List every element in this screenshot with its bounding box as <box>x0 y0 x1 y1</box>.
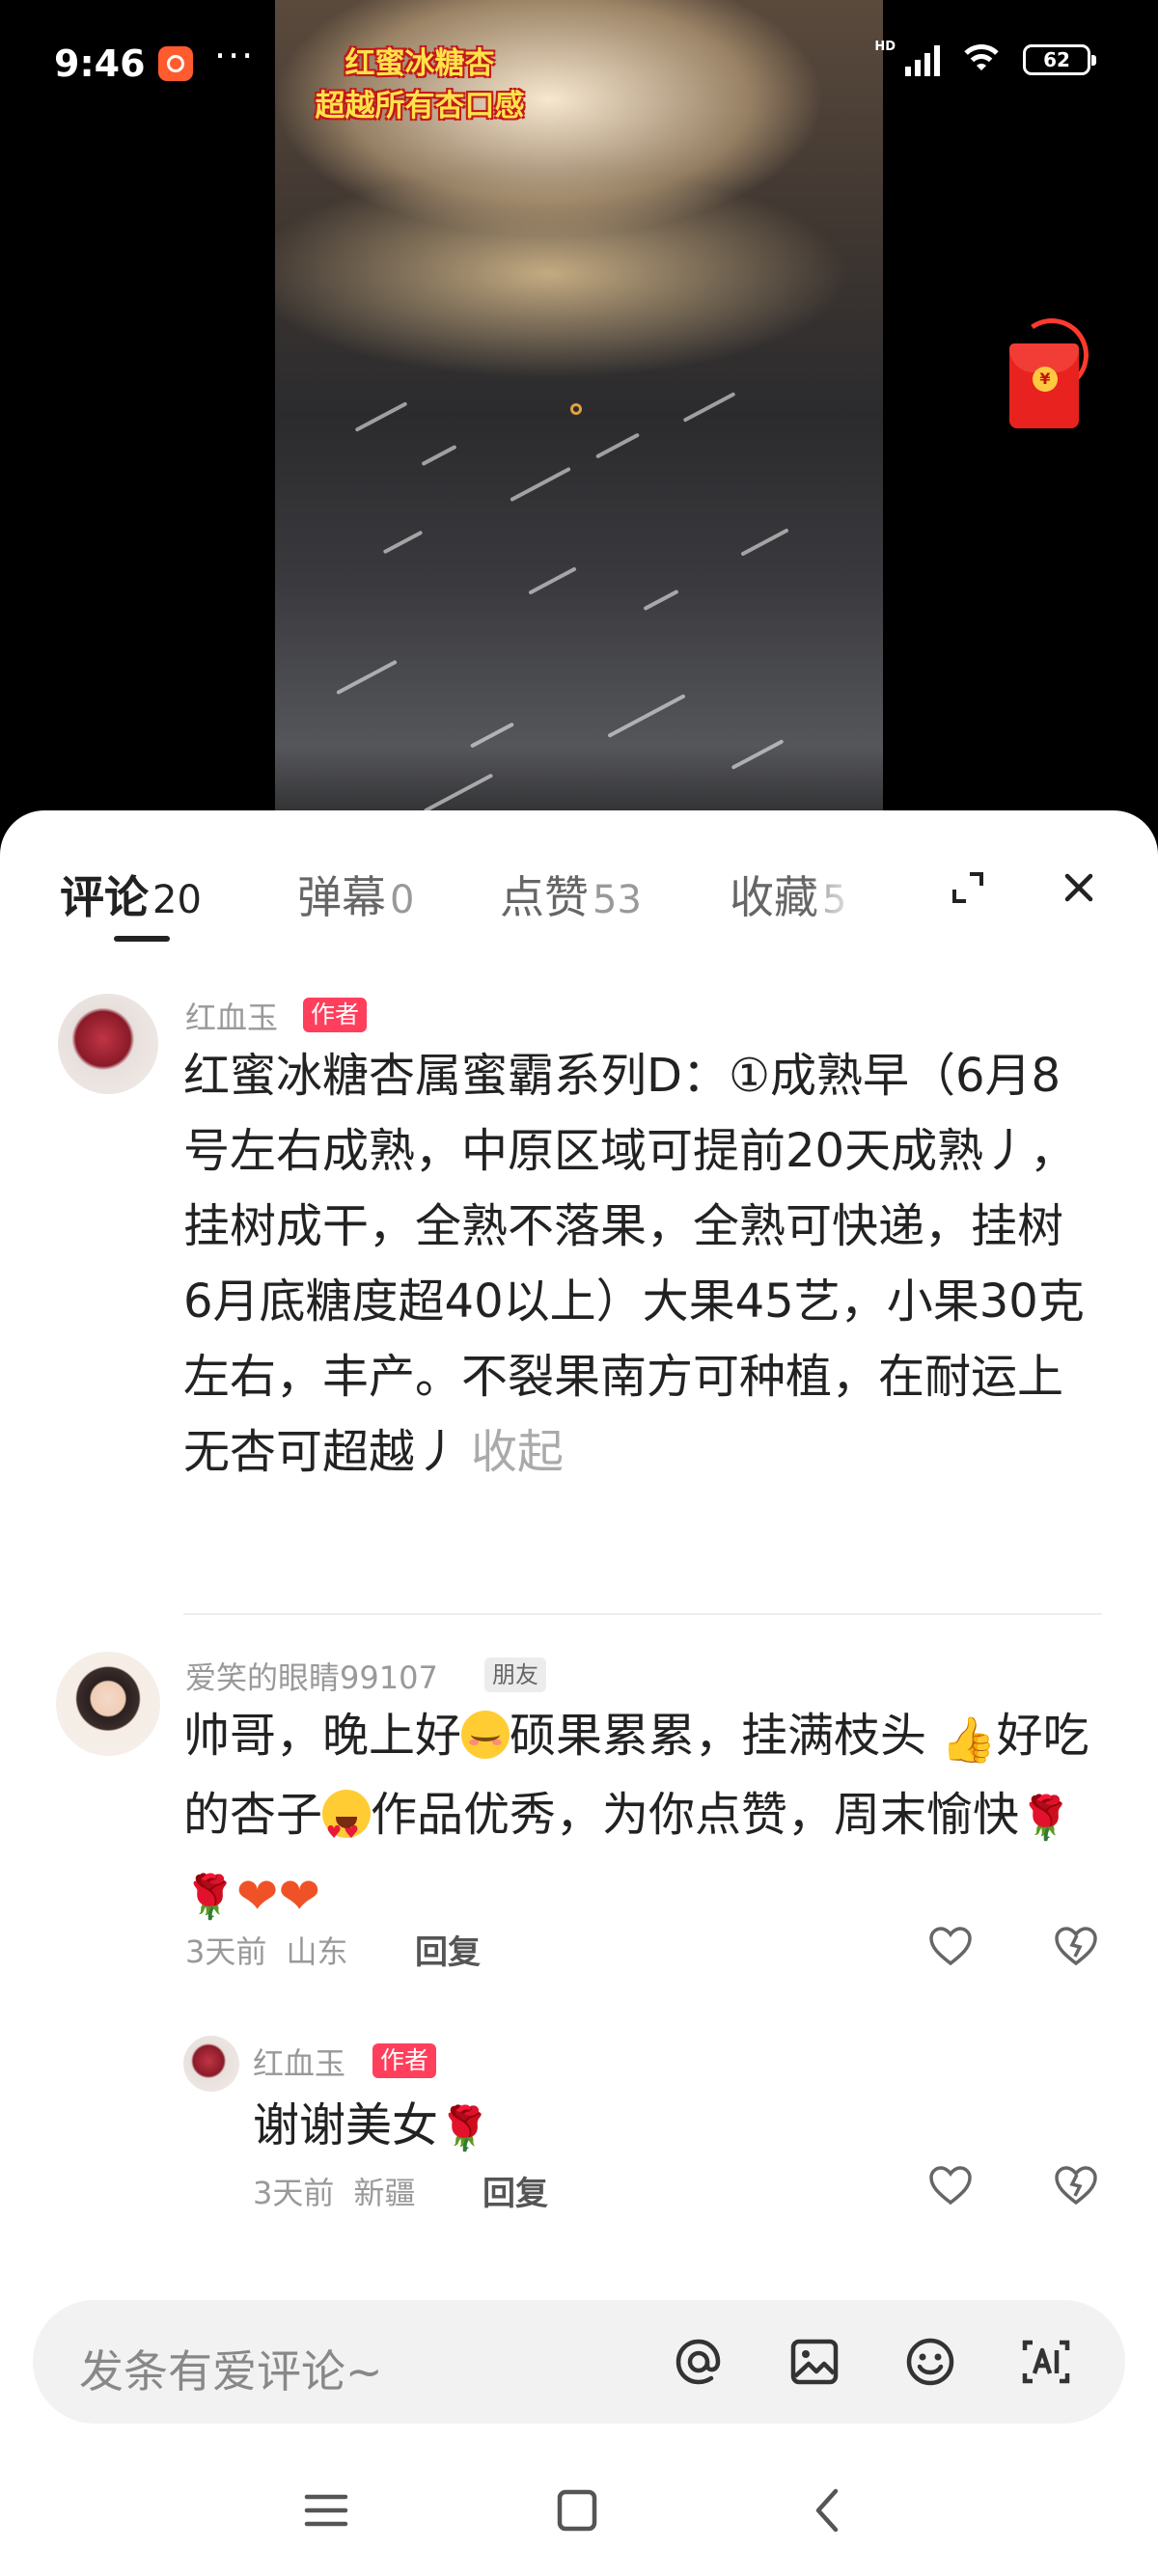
heart-eyes-emoji-icon <box>322 1790 372 1871</box>
comment-username[interactable]: 爱笑的眼睛99107 <box>185 1654 438 1698</box>
tab-fade <box>811 849 888 926</box>
avatar[interactable] <box>183 2036 239 2092</box>
more-notifications-icon: ··· <box>214 35 256 77</box>
emoji-icon[interactable] <box>901 2333 959 2391</box>
rose-emoji-icon: 🌹 <box>183 1873 236 1922</box>
reply-username[interactable]: 红血玉 <box>253 2040 345 2084</box>
reply-time: 3天前 <box>253 2175 335 2211</box>
status-time: 9:46 <box>54 42 146 85</box>
tab-comments[interactable]: 评论 20 <box>60 863 202 926</box>
author-badge: 作者 <box>372 2043 437 2078</box>
blush-emoji-icon <box>461 1711 510 1759</box>
tab-likes-count: 53 <box>593 878 642 922</box>
tab-danmaku-count: 0 <box>390 878 415 922</box>
avatar[interactable] <box>56 1652 160 1756</box>
rose-emoji-icon: 🌹 <box>1019 1794 1072 1843</box>
comment-text-part2: 硕果累累，挂满枝头 <box>510 1709 927 1763</box>
tab-comments-label: 评论 <box>60 871 149 923</box>
reply-button[interactable]: 回复 <box>415 1926 481 1973</box>
tab-likes[interactable]: 点赞 53 <box>500 863 642 926</box>
tab-active-indicator <box>114 936 170 942</box>
dislike-icon[interactable] <box>1054 2165 1098 2206</box>
reply-body: 谢谢美女 <box>253 2098 439 2152</box>
ai-icon[interactable] <box>1017 2333 1075 2391</box>
avatar[interactable] <box>58 994 158 1094</box>
like-icon[interactable] <box>928 2165 973 2206</box>
tab-likes-label: 点赞 <box>500 871 589 923</box>
collapse-button[interactable]: 收起 <box>471 1425 564 1479</box>
hd-label: HD <box>874 39 896 54</box>
comment-tabs: 评论20 弹幕0 点赞53 收藏5 <box>0 810 1158 945</box>
status-bar: 9:46 ··· HD 62 <box>0 0 1158 135</box>
heart-emoji-icon: ❤ <box>278 1868 320 1926</box>
comment-body: 红蜜冰糖杏属蜜霸系列D：①成熟早（6月8号左右成熟，中原区域可提前20天成熟丿，… <box>183 1049 1085 1479</box>
back-icon[interactable] <box>799 2483 857 2537</box>
home-icon[interactable] <box>548 2483 606 2537</box>
close-icon[interactable] <box>1060 868 1098 907</box>
expand-icon[interactable] <box>951 870 985 905</box>
tab-favorites-label: 收藏 <box>730 871 818 923</box>
dislike-icon[interactable] <box>1054 1926 1098 1966</box>
at-icon[interactable] <box>670 2333 728 2391</box>
comment-text[interactable]: 帅哥，晚上好硕果累累，挂满枝头 👍好吃的杏子作品优秀，为你点赞，周末愉快🌹🌹❤❤ <box>183 1698 1090 1935</box>
comment-input-placeholder[interactable]: 发条有爱评论~ <box>79 2337 383 2400</box>
signal-icon <box>905 43 940 76</box>
reply-text[interactable]: 谢谢美女🌹 <box>253 2088 1083 2167</box>
comment-location: 山东 <box>286 1933 348 1970</box>
like-icon[interactable] <box>928 1926 973 1966</box>
rose-emoji-icon: 🌹 <box>438 2104 491 2153</box>
image-icon[interactable] <box>786 2333 843 2391</box>
comment-text-part4: 作品优秀，为你点赞，周末愉快 <box>371 1788 1020 1842</box>
comment-time: 3天前 <box>185 1933 267 1970</box>
comment-username[interactable]: 红血玉 <box>185 994 278 1038</box>
comment-text-part1: 帅哥，晚上好 <box>183 1709 462 1763</box>
reply-location: 新疆 <box>353 2175 416 2211</box>
heart-emoji-icon: ❤ <box>235 1868 279 1926</box>
focus-point-icon <box>570 403 582 415</box>
menu-icon[interactable] <box>297 2483 355 2537</box>
friend-badge: 朋友 <box>484 1658 546 1692</box>
battery-icon: 62 <box>1023 44 1096 75</box>
comment-input-bar[interactable]: 发条有爱评论~ <box>33 2300 1125 2424</box>
reply-meta: 3天前 新疆 <box>253 2169 416 2213</box>
author-badge: 作者 <box>303 998 368 1032</box>
tab-danmaku-label: 弹幕 <box>297 871 386 923</box>
tab-danmaku[interactable]: 弹幕 0 <box>297 863 414 926</box>
system-nav-bar <box>0 2441 1158 2576</box>
divider <box>183 1613 1102 1615</box>
red-packet-icon[interactable]: ¥ <box>1006 312 1095 432</box>
comment-meta: 3天前 山东 <box>185 1928 348 1972</box>
app-notification-icon <box>158 46 193 81</box>
tab-comments-count: 20 <box>152 878 202 922</box>
reply-button[interactable]: 回复 <box>482 2167 548 2214</box>
comment-text[interactable]: 红蜜冰糖杏属蜜霸系列D：①成熟早（6月8号左右成熟，中原区域可提前20天成熟丿，… <box>183 1038 1090 1490</box>
wifi-icon <box>957 42 1006 77</box>
battery-level: 62 <box>1043 48 1070 71</box>
thumbs-up-emoji-icon: 👍 <box>941 1713 997 1766</box>
